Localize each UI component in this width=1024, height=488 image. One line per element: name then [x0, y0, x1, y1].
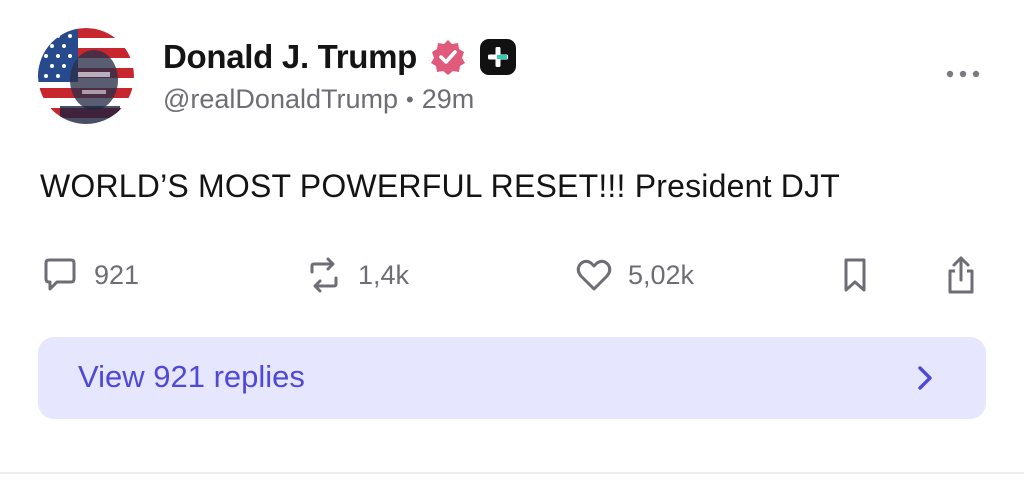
chevron-right-icon	[916, 365, 934, 391]
author-display-name[interactable]: Donald J. Trump	[163, 38, 417, 76]
more-options-button[interactable]	[940, 60, 986, 88]
post-card: Donald J. Trump @realDonaldTrump • 29m W…	[0, 0, 1024, 488]
reply-count: 921	[94, 259, 140, 290]
avatar[interactable]	[38, 28, 134, 124]
bookmark-icon	[844, 258, 866, 292]
separator-dot: •	[406, 86, 414, 112]
view-replies-button[interactable]: View 921 replies	[38, 337, 986, 419]
comment-bubble-icon	[44, 258, 76, 291]
author-handle[interactable]: @realDonaldTrump	[163, 84, 398, 115]
plus-badge-icon	[479, 38, 517, 76]
repost-icon	[310, 257, 338, 293]
post-text: WORLD’S MOST POWERFUL RESET!!! President…	[40, 168, 841, 204]
retruth-button[interactable]: 1,4k	[304, 252, 409, 298]
verified-badge-icon	[429, 38, 467, 76]
author-meta: @realDonaldTrump • 29m	[163, 84, 474, 115]
like-count: 5,02k	[628, 259, 695, 290]
more-dots-icon	[946, 70, 980, 78]
like-button[interactable]: 5,02k	[574, 252, 694, 298]
reply-button[interactable]: 921	[40, 252, 139, 298]
author-row: Donald J. Trump	[163, 34, 517, 80]
post-timestamp[interactable]: 29m	[422, 84, 475, 115]
share-icon	[948, 256, 974, 294]
view-replies-label: View 921 replies	[78, 359, 305, 394]
retruth-count: 1,4k	[358, 259, 410, 290]
bookmark-button[interactable]	[838, 252, 878, 298]
heart-icon	[576, 259, 612, 291]
share-button[interactable]	[942, 252, 982, 298]
post-divider	[0, 472, 1024, 474]
